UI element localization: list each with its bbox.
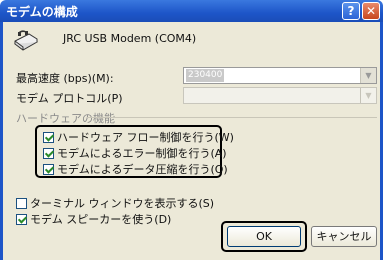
checkbox-checked-icon [16,213,27,225]
terminal-window-checkbox[interactable]: ターミナル ウィンドウを表示する(S) [16,195,214,211]
protocol-label: モデム プロトコル(P) [16,92,123,105]
dialog-body: JRC USB Modem (COM4) 最高速度 (bps)(M): 2304… [0,22,383,260]
hardware-group-label: ハードウェアの機能 [16,112,115,125]
hardware-flow-control-checkbox[interactable]: ハードウェア フロー制御を行う(W) [43,129,234,145]
checkbox-label: モデムによるデータ圧縮を行う(Q) [57,163,228,176]
checkbox-label: モデム スピーカーを使う(D) [30,213,172,226]
protocol-select[interactable]: ▼ [183,87,377,104]
chevron-down-icon: ▼ [360,88,376,103]
checkbox-label: ターミナル ウィンドウを表示する(S) [30,197,215,210]
error-control-checkbox[interactable]: モデムによるエラー制御を行う(A) [43,145,227,161]
help-button[interactable]: ? [342,2,360,20]
modem-name: JRC USB Modem (COM4) [63,32,197,45]
title-bar: モデムの構成 ? ✕ [0,0,383,22]
checkbox-checked-icon [43,131,54,143]
data-compression-checkbox[interactable]: モデムによるデータ圧縮を行う(Q) [43,161,228,177]
max-speed-label: 最高速度 (bps)(M): [16,72,114,85]
close-button[interactable]: ✕ [362,2,380,20]
max-speed-select[interactable]: 230400 ▼ [183,67,377,84]
checkbox-label: モデムによるエラー制御を行う(A) [57,147,227,160]
checkbox-checked-icon [43,163,54,175]
group-divider [87,117,377,118]
modem-icon [14,30,38,51]
chevron-down-icon: ▼ [360,68,376,83]
checkbox-label: ハードウェア フロー制御を行う(W) [57,131,234,144]
checkbox-checked-icon [43,147,54,159]
modem-speaker-checkbox[interactable]: モデム スピーカーを使う(D) [16,211,171,227]
window-title: モデムの構成 [6,5,78,19]
checkbox-unchecked-icon [16,197,27,209]
max-speed-value: 230400 [186,69,225,82]
cancel-button[interactable]: キャンセル [311,226,377,247]
ok-button[interactable]: OK [227,226,301,247]
